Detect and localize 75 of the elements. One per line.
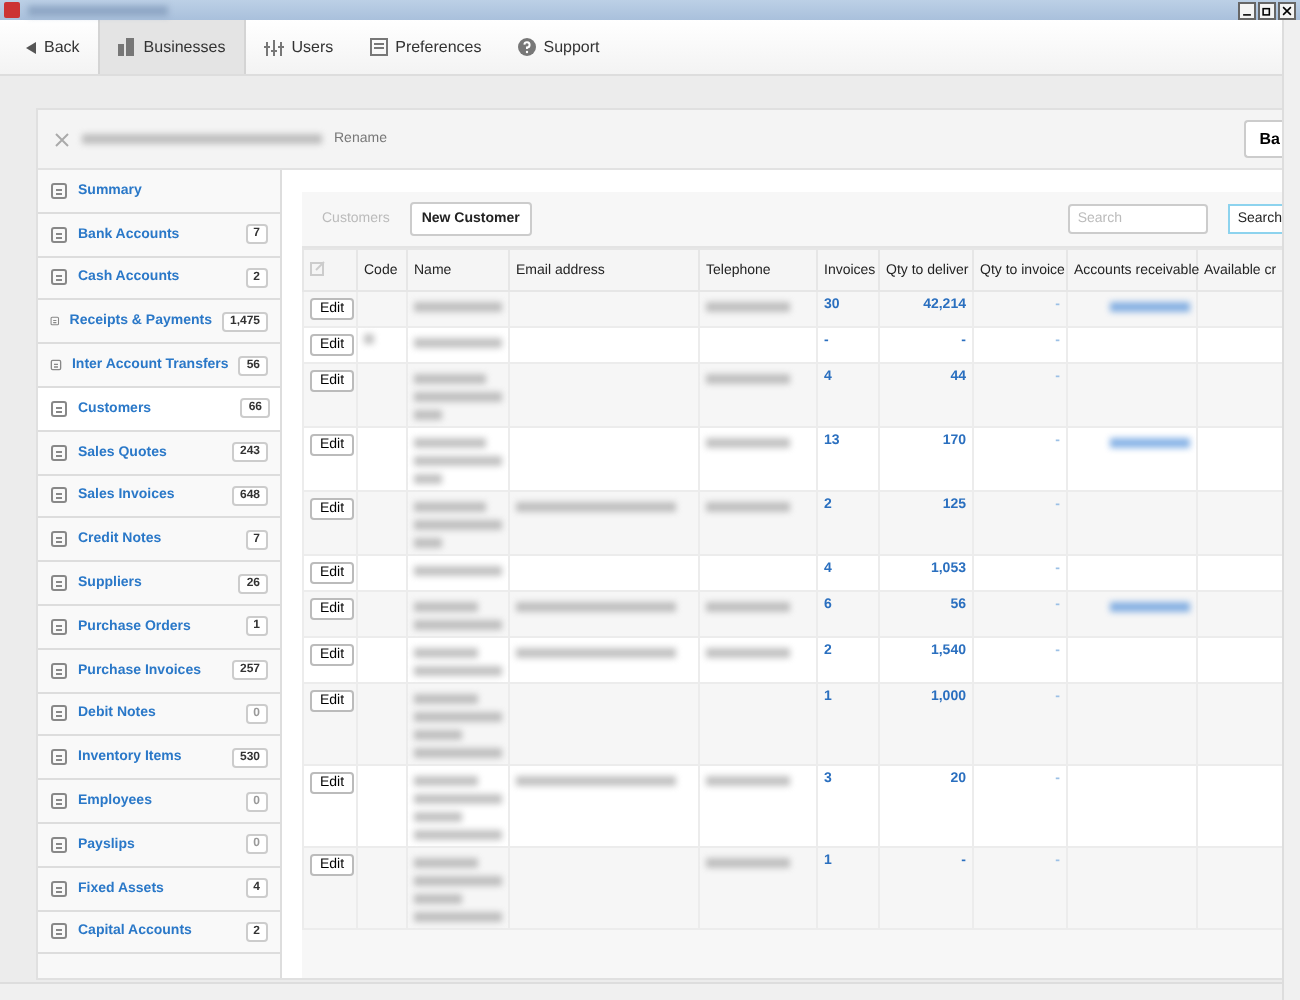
blurred-name [414, 730, 462, 740]
menu-icon [50, 617, 68, 636]
blurred-name [414, 602, 478, 612]
menu-icon [50, 443, 68, 462]
blurred-name [414, 912, 502, 922]
blurred-name [414, 456, 502, 466]
blurred-name [414, 812, 462, 822]
nav-tab[interactable]: Users [245, 20, 352, 74]
restore-icon[interactable] [1258, 1, 1276, 19]
menu-icon [50, 225, 68, 244]
window-icon [369, 38, 388, 56]
menu-icon [50, 879, 68, 898]
nav-tab[interactable]: Support [499, 20, 618, 74]
menu-icon [50, 486, 68, 505]
blurred-name [414, 374, 486, 384]
blurred-name [414, 502, 486, 512]
edit-icon [310, 260, 326, 276]
menu-icon [50, 661, 68, 680]
blurred-telephone [706, 302, 790, 312]
back-arrow-icon [26, 41, 36, 53]
blurred-name [414, 748, 502, 758]
blurred-name [414, 794, 502, 804]
blurred-name [414, 392, 502, 402]
menu-icon [50, 356, 62, 375]
app-icon [4, 2, 20, 18]
blurred-name [414, 474, 442, 484]
blurred-name [414, 876, 502, 886]
blurred-name [414, 438, 486, 448]
blurred-telephone [706, 438, 790, 448]
menu-icon [50, 312, 60, 331]
blurred-name [414, 648, 478, 658]
blurred-name [414, 620, 502, 630]
blurred-name [414, 410, 442, 420]
blurred-name [414, 338, 502, 348]
blurred-name [414, 302, 502, 312]
minimize-icon[interactable] [1238, 1, 1256, 19]
menu-icon [50, 704, 68, 723]
menu-icon [50, 792, 68, 811]
blurred-name [414, 694, 478, 704]
help-icon [517, 38, 536, 56]
blurred-name [414, 712, 502, 722]
blurred-telephone [706, 374, 790, 384]
menu-icon [50, 835, 68, 854]
blurred-telephone [706, 602, 790, 612]
menu-icon [50, 922, 68, 941]
blurred-telephone [706, 776, 790, 786]
blurred-name [414, 520, 502, 530]
blurred-name [414, 858, 478, 868]
business-button[interactable]: Ba [1243, 120, 1286, 158]
blurred-amount [1110, 302, 1190, 312]
blurred-name [414, 538, 442, 548]
back-button[interactable]: Back [8, 20, 98, 74]
blurred-name [414, 830, 502, 840]
blurred-name [414, 776, 478, 786]
menu-icon [50, 530, 68, 549]
vertical-scrollbar[interactable] [1282, 20, 1300, 1000]
nav-tab[interactable]: Preferences [351, 20, 500, 74]
blurred-amount [1110, 602, 1190, 612]
menu-icon [50, 574, 68, 593]
close-icon[interactable] [1278, 1, 1296, 19]
blurred-code [364, 334, 374, 344]
buildings-icon [117, 38, 136, 56]
blurred-amount [1110, 438, 1190, 448]
blurred-name [414, 894, 462, 904]
menu-icon [50, 748, 68, 767]
menu-icon [50, 268, 68, 287]
nav-tab[interactable]: Businesses [97, 20, 246, 74]
blurred-title [28, 5, 168, 15]
menu-icon [50, 181, 68, 200]
menu-icon [50, 399, 68, 418]
blurred-name [414, 566, 502, 576]
blurred-telephone [706, 648, 790, 658]
blurred-name [414, 666, 502, 676]
blurred-telephone [706, 858, 790, 868]
blurred-telephone [706, 502, 790, 512]
